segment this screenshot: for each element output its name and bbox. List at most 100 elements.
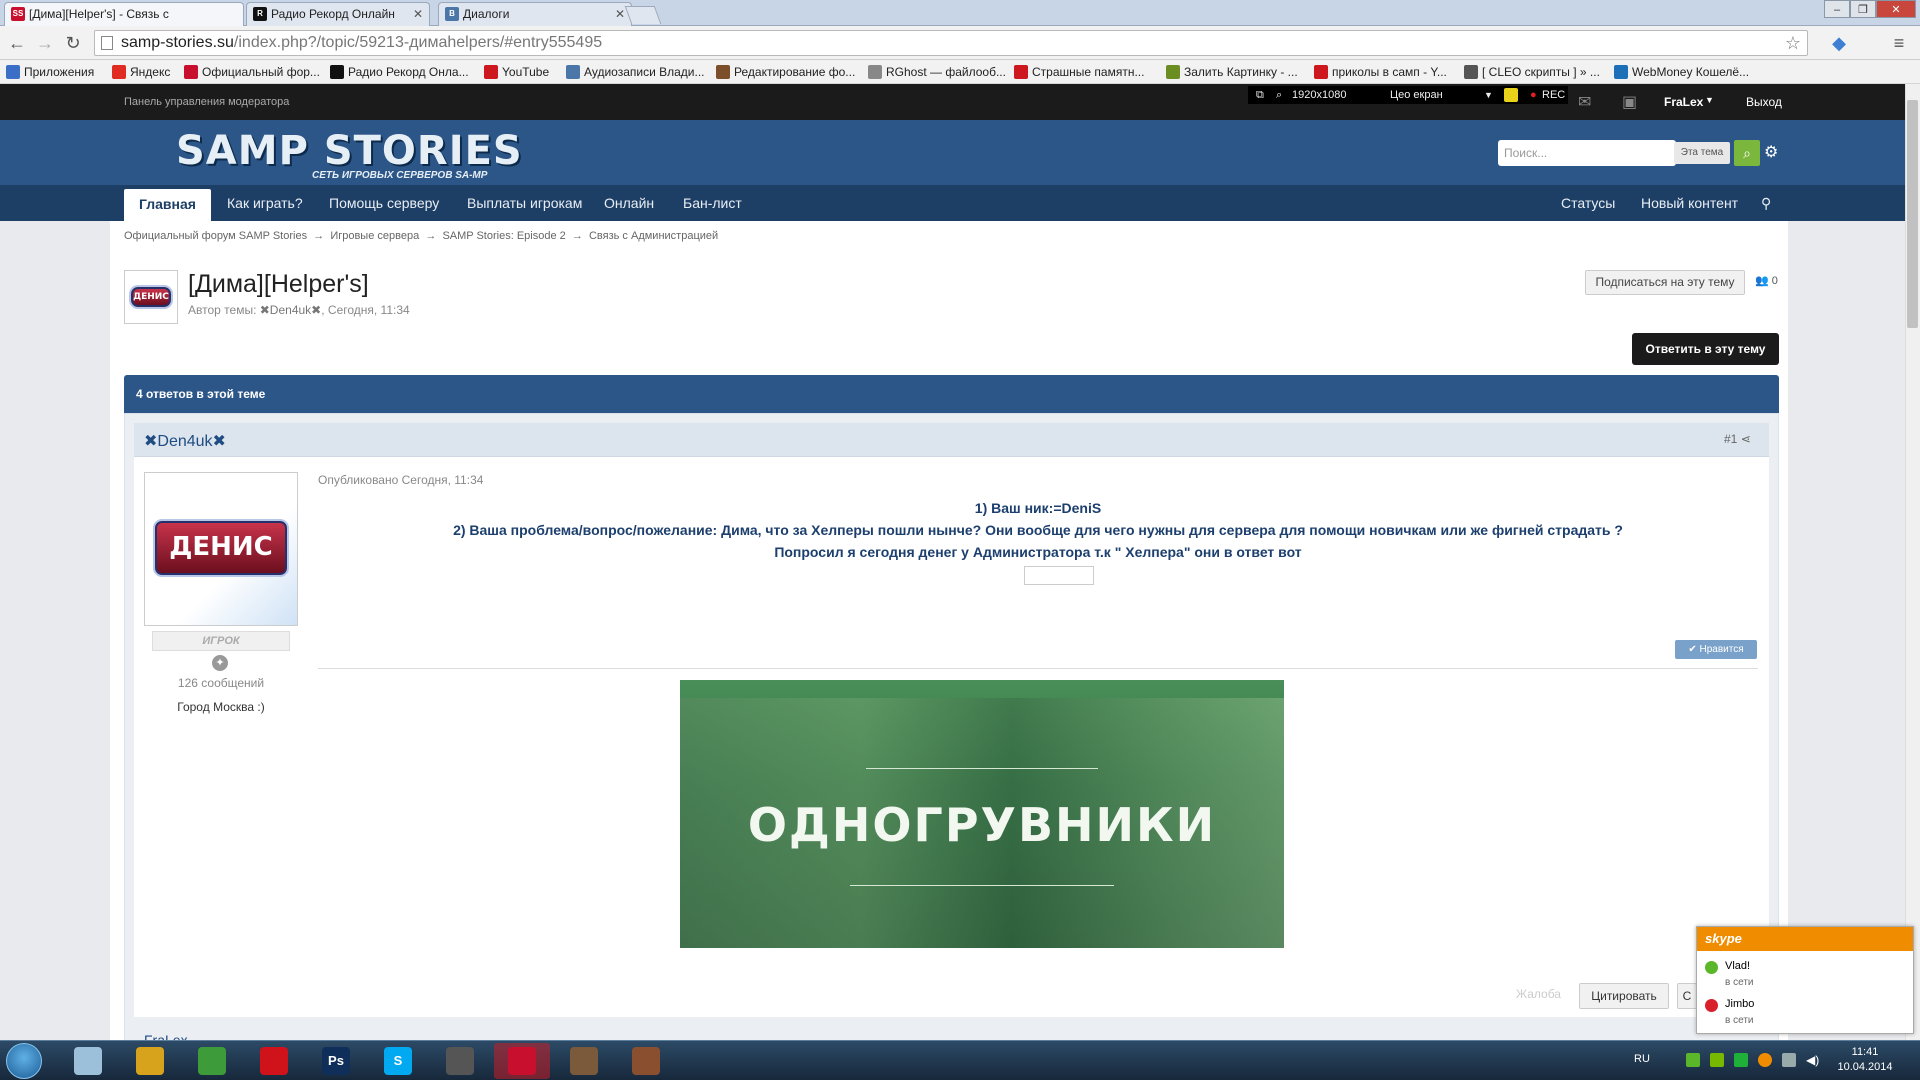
topic-author-avatar[interactable]: ДЕНИС bbox=[124, 270, 178, 324]
close-icon[interactable]: ✕ bbox=[413, 3, 423, 25]
bookmark-item[interactable]: Редактирование фо... bbox=[716, 62, 855, 82]
language-indicator[interactable]: RU bbox=[1634, 1053, 1650, 1065]
nav-how-to-play[interactable]: Как играть? bbox=[212, 185, 318, 221]
nav-banlist[interactable]: Бан-лист bbox=[668, 185, 757, 221]
forward-icon[interactable]: → bbox=[34, 32, 56, 54]
share-icon[interactable]: ⋖ bbox=[1741, 432, 1751, 446]
bookmark-item[interactable]: Залить Картинку - ... bbox=[1166, 62, 1298, 82]
multiquote-button[interactable]: С bbox=[1677, 983, 1697, 1009]
breadcrumb-item[interactable]: Связь с Администрацией bbox=[589, 230, 718, 242]
bookmark-item[interactable]: Радио Рекорд Онла... bbox=[330, 62, 469, 82]
tab-radio-record[interactable]: R Радио Рекорд Онлайн ✕ bbox=[246, 2, 430, 26]
chevron-down-icon[interactable]: ▼ bbox=[1484, 86, 1493, 104]
bookmark-item[interactable]: Страшные памятн... bbox=[1014, 62, 1144, 82]
nvidia-icon[interactable] bbox=[1710, 1053, 1724, 1067]
post-count[interactable]: 126 сообщений bbox=[144, 676, 298, 690]
taskbar-app[interactable] bbox=[494, 1043, 550, 1079]
nav-new-content[interactable]: Новый контент bbox=[1626, 185, 1753, 221]
gear-icon[interactable]: ⚙ bbox=[1764, 142, 1778, 162]
nav-help-server[interactable]: Помощь серверу bbox=[314, 185, 454, 221]
reply-button[interactable]: Ответить в эту тему bbox=[1632, 333, 1779, 365]
tab-dialogs[interactable]: В Диалоги ✕ bbox=[438, 2, 632, 26]
bookmark-item[interactable]: Официальный фор... bbox=[184, 62, 320, 82]
tab-samp-topic[interactable]: SS [Дима][Helper's] - Связь с bbox=[4, 2, 244, 26]
start-button[interactable] bbox=[6, 1043, 42, 1079]
scrollbar-thumb[interactable] bbox=[1907, 100, 1918, 328]
post-author-link[interactable]: ✖Den4uk✖ bbox=[144, 431, 226, 451]
recorder-window-icon[interactable]: ⧉ bbox=[1256, 86, 1264, 104]
taskbar-app[interactable]: S bbox=[370, 1043, 426, 1079]
nav-home[interactable]: Главная bbox=[124, 189, 211, 221]
show-hidden-icon[interactable] bbox=[1782, 1053, 1796, 1067]
taskbar-app[interactable] bbox=[432, 1043, 488, 1079]
recorder-resolution[interactable]: 1920x1080 bbox=[1292, 86, 1346, 104]
rec-label[interactable]: REC bbox=[1542, 86, 1565, 104]
logout-link[interactable]: Выход bbox=[1746, 95, 1782, 109]
taskbar-app[interactable] bbox=[60, 1043, 116, 1079]
skype-notification[interactable]: skype Vlad! в сети Jimbo в сети bbox=[1696, 926, 1914, 1034]
mail-icon[interactable]: ✉ bbox=[1578, 92, 1591, 112]
nav-payouts[interactable]: Выплаты игрокам bbox=[452, 185, 597, 221]
quote-button[interactable]: Цитировать bbox=[1579, 983, 1669, 1009]
tray-app-icon[interactable] bbox=[1758, 1053, 1772, 1067]
bookmark-item[interactable]: [ CLEO скрипты ] » ... bbox=[1464, 62, 1600, 82]
notification-icon[interactable]: ▣ bbox=[1622, 92, 1637, 112]
extension-icon[interactable]: ◆ bbox=[1828, 32, 1850, 54]
camera-icon[interactable] bbox=[1504, 88, 1518, 102]
broken-image[interactable] bbox=[1024, 566, 1094, 585]
taskbar-app[interactable] bbox=[184, 1043, 240, 1079]
nav-online[interactable]: Онлайн bbox=[589, 185, 669, 221]
search-scope[interactable]: Эта тема bbox=[1674, 142, 1730, 164]
search-input[interactable]: Поиск... bbox=[1498, 140, 1676, 166]
minimize-button[interactable]: – bbox=[1824, 0, 1850, 18]
menu-icon[interactable]: ≡ bbox=[1888, 32, 1910, 54]
taskbar-app[interactable] bbox=[122, 1043, 178, 1079]
bookmark-item[interactable]: YouTube bbox=[484, 62, 549, 82]
page-icon bbox=[101, 36, 113, 50]
breadcrumb-item[interactable]: SAMP Stories: Episode 2 bbox=[442, 230, 565, 242]
moderator-panel-link[interactable]: Панель управления модератора bbox=[124, 96, 289, 108]
taskbar-app[interactable]: Ps bbox=[308, 1043, 364, 1079]
new-tab-button[interactable] bbox=[624, 6, 662, 24]
taskbar-app[interactable] bbox=[246, 1043, 302, 1079]
breadcrumb-item[interactable]: Официальный форум SAMP Stories bbox=[124, 230, 307, 242]
skype-contact-name[interactable]: Jimbo bbox=[1725, 998, 1754, 1010]
page-title: [Дима][Helper's] bbox=[188, 270, 369, 298]
chevron-down-icon[interactable]: ▼ bbox=[1705, 95, 1714, 105]
skype-contact-name[interactable]: Vlad! bbox=[1725, 960, 1750, 972]
clock[interactable]: 11:41 10.04.2014 bbox=[1830, 1045, 1900, 1075]
close-icon[interactable]: ✕ bbox=[615, 3, 625, 25]
post-number[interactable]: #1 ⋖ bbox=[1724, 432, 1751, 446]
site-logo[interactable]: SAMP STORIES bbox=[176, 128, 523, 174]
bookmark-item[interactable]: WebMoney Кошелё... bbox=[1614, 62, 1749, 82]
back-icon[interactable]: ← bbox=[6, 32, 28, 54]
taskbar-app[interactable] bbox=[618, 1043, 674, 1079]
skype-tray-icon[interactable] bbox=[1734, 1053, 1748, 1067]
bookmark-item[interactable]: Приложения bbox=[6, 62, 94, 82]
maximize-button[interactable]: ❐ bbox=[1850, 0, 1876, 18]
avatar[interactable]: ДЕНИС bbox=[144, 472, 298, 626]
report-link[interactable]: Жалоба bbox=[1516, 987, 1561, 1001]
reload-icon[interactable]: ↻ bbox=[62, 32, 84, 54]
bookmark-item[interactable]: Яндекс bbox=[112, 62, 170, 82]
location-pin-icon[interactable]: ⚲ bbox=[1746, 185, 1786, 221]
breadcrumb-item[interactable]: Игровые сервера bbox=[330, 230, 419, 242]
taskbar-app[interactable] bbox=[556, 1043, 612, 1079]
user-menu[interactable]: FraLex bbox=[1664, 95, 1703, 109]
volume-icon[interactable]: ◀) bbox=[1806, 1053, 1820, 1067]
tray-app-icon[interactable] bbox=[1686, 1053, 1700, 1067]
bookmark-item[interactable]: Аудиозаписи Влади... bbox=[566, 62, 705, 82]
url-input[interactable]: samp-stories.su/index.php?/topic/59213-д… bbox=[94, 30, 1808, 56]
recorder-mode[interactable]: Цео екран bbox=[1390, 86, 1443, 104]
like-button[interactable]: ✔ Нравится bbox=[1675, 640, 1757, 659]
bookmark-item[interactable]: приколы в самп - Y... bbox=[1314, 62, 1447, 82]
search-icon[interactable]: ⌕ bbox=[1276, 86, 1282, 104]
bookmark-star-icon[interactable]: ☆ bbox=[1785, 31, 1801, 55]
nav-statuses[interactable]: Статусы bbox=[1546, 185, 1630, 221]
followers-count[interactable]: 👥 0 bbox=[1755, 274, 1778, 287]
subscribe-button[interactable]: Подписаться на эту тему bbox=[1585, 270, 1745, 295]
close-window-button[interactable]: ✕ bbox=[1876, 0, 1916, 18]
bookmark-item[interactable]: RGhost — файлооб... bbox=[868, 62, 1006, 82]
search-icon[interactable]: ⌕ bbox=[1734, 140, 1760, 166]
topic-author-link[interactable]: ✖Den4uk✖ bbox=[260, 303, 321, 317]
